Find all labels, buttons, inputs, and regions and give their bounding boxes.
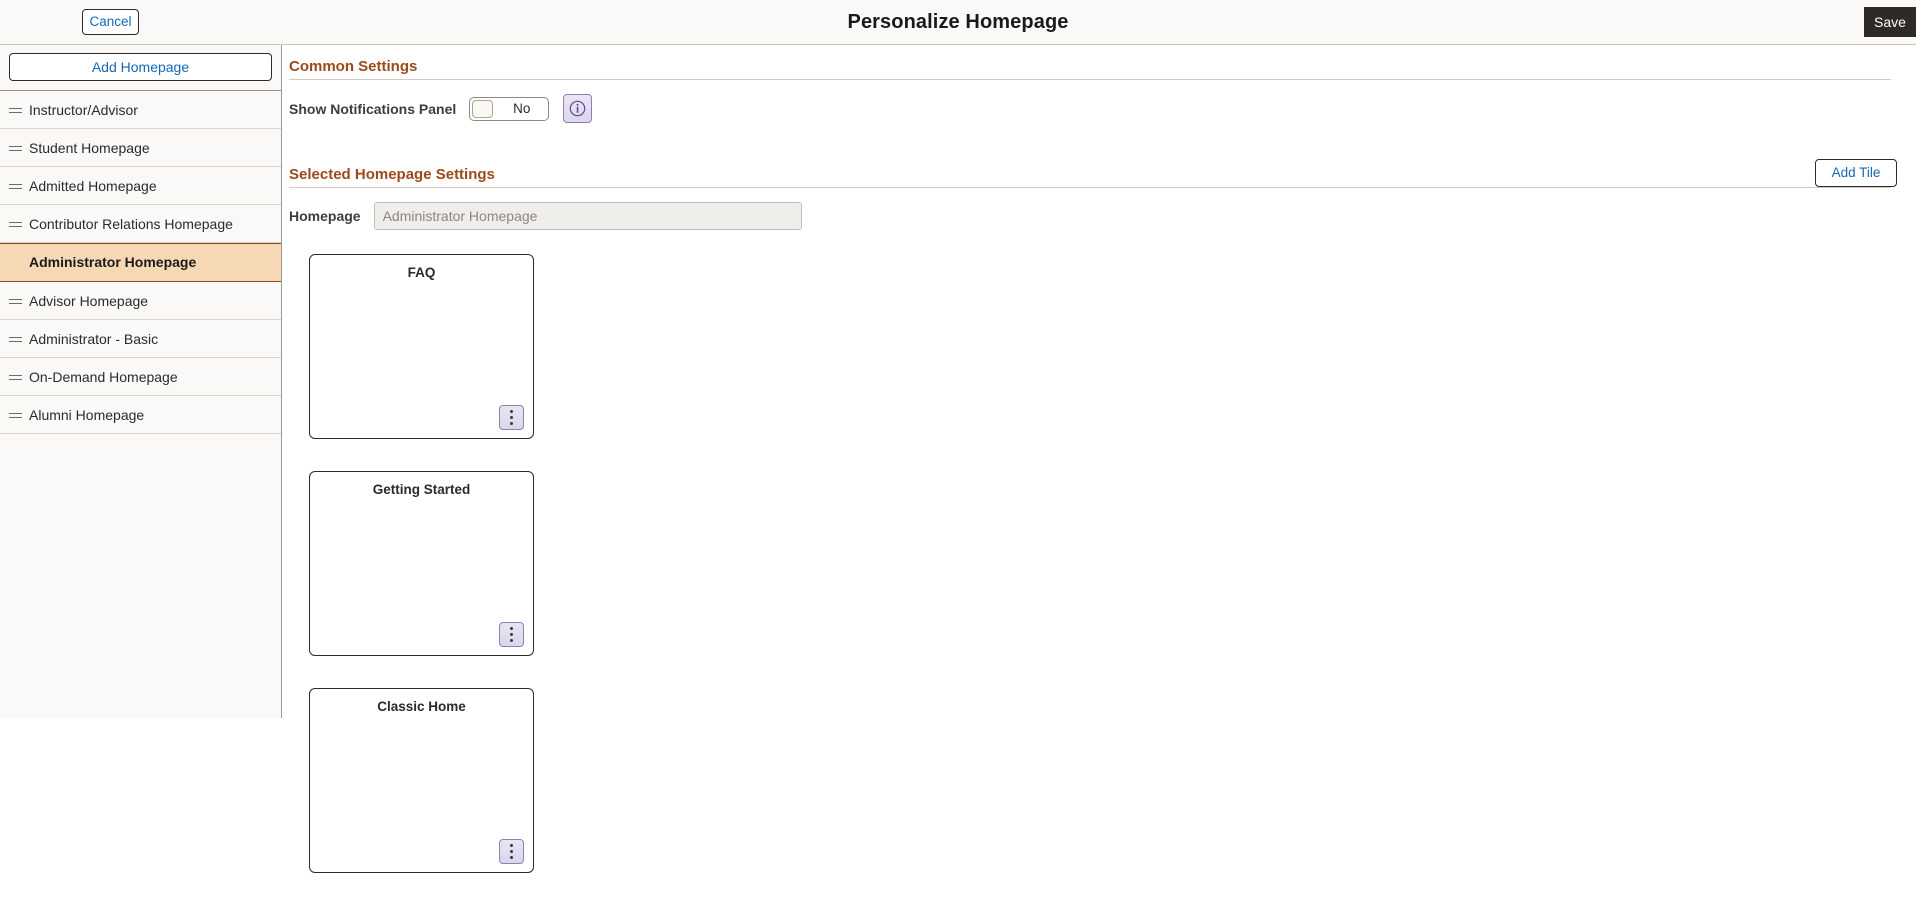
homepage-sidebar: Add Homepage Instructor/Advisor Student H… <box>0 45 282 718</box>
sidebar-item-instructor-advisor[interactable]: Instructor/Advisor <box>0 91 281 129</box>
add-homepage-container: Add Homepage <box>0 45 281 91</box>
ellipsis-dot <box>510 422 513 425</box>
page-title: Personalize Homepage <box>847 11 1069 33</box>
info-circle-icon-button[interactable] <box>563 94 593 123</box>
ellipsis-dot <box>510 627 513 630</box>
selected-homepage-settings-heading: Selected Homepage Settings <box>289 166 495 183</box>
ellipsis-dot <box>510 844 513 847</box>
common-settings-heading: Common Settings <box>289 58 418 75</box>
add-tile-button[interactable]: Add Tile <box>1815 159 1897 187</box>
sidebar-item-label: Contributor Relations Homepage <box>29 216 233 232</box>
tile-title: FAQ <box>407 265 436 280</box>
drag-handle-icon[interactable] <box>9 108 22 113</box>
drag-handle-icon[interactable] <box>9 184 22 189</box>
drag-handle-icon[interactable] <box>9 299 22 304</box>
ellipsis-dot <box>510 410 513 413</box>
sidebar-item-student-homepage[interactable]: Student Homepage <box>0 129 281 167</box>
tile-title: Classic Home <box>377 699 466 714</box>
ellipsis-dot <box>510 850 513 853</box>
sidebar-item-label: Administrator Homepage <box>29 254 197 270</box>
homepage-input[interactable] <box>373 202 802 230</box>
vertical-ellipsis-icon-button[interactable] <box>499 622 524 647</box>
tile[interactable]: Classic Home <box>309 688 534 873</box>
drag-handle-icon[interactable] <box>9 146 22 151</box>
homepage-label: Homepage <box>289 208 361 224</box>
homepage-field-row: Homepage <box>283 188 1897 230</box>
app-header: Cancel Personalize Homepage Save <box>0 0 1916 45</box>
tile[interactable]: Getting Started <box>309 471 534 656</box>
sidebar-item-administrator-basic[interactable]: Administrator - Basic <box>0 320 281 358</box>
drag-handle-icon[interactable] <box>9 337 22 342</box>
vertical-ellipsis-icon-button[interactable] <box>499 405 524 430</box>
ellipsis-dot <box>510 856 513 859</box>
sidebar-item-label: On-Demand Homepage <box>29 369 178 385</box>
show-notifications-label: Show Notifications Panel <box>289 100 457 117</box>
sidebar-item-advisor-homepage[interactable]: Advisor Homepage <box>0 282 281 320</box>
sidebar-item-administrator-homepage[interactable]: Administrator Homepage <box>0 243 281 282</box>
selected-homepage-settings-header: Selected Homepage Settings Add Tile <box>283 153 1897 187</box>
show-notifications-toggle[interactable]: No <box>469 96 550 121</box>
sidebar-item-admitted-homepage[interactable]: Admitted Homepage <box>0 167 281 205</box>
vertical-ellipsis-icon-button[interactable] <box>499 839 524 864</box>
toggle-value-label: No <box>513 100 531 116</box>
sidebar-item-label: Student Homepage <box>29 140 150 156</box>
info-circle-icon <box>569 100 586 117</box>
sidebar-item-on-demand-homepage[interactable]: On-Demand Homepage <box>0 358 281 396</box>
tile-grid: FAQ Getting Started Classic Home <box>283 230 823 905</box>
add-homepage-button[interactable]: Add Homepage <box>9 53 272 81</box>
drag-handle-icon[interactable] <box>9 375 22 380</box>
ellipsis-dot <box>510 639 513 642</box>
sidebar-item-label: Alumni Homepage <box>29 407 145 423</box>
save-button[interactable]: Save <box>1864 7 1916 37</box>
drag-handle-icon[interactable] <box>9 413 22 418</box>
sidebar-item-label: Instructor/Advisor <box>29 102 138 118</box>
sidebar-item-contributor-relations-homepage[interactable]: Contributor Relations Homepage <box>0 205 281 243</box>
sidebar-item-label: Admitted Homepage <box>29 178 157 194</box>
drag-handle-icon[interactable] <box>9 222 22 227</box>
tile-title: Getting Started <box>372 482 471 497</box>
homepage-list: Instructor/Advisor Student Homepage Admitt… <box>0 91 281 434</box>
tile[interactable]: FAQ <box>309 254 534 439</box>
sidebar-empty-space <box>0 434 281 634</box>
show-notifications-row: Show Notifications Panel No <box>283 80 1897 123</box>
main-content: Common Settings Show Notifications Panel… <box>283 45 1916 873</box>
ellipsis-dot <box>510 633 513 636</box>
sidebar-item-alumni-homepage[interactable]: Alumni Homepage <box>0 396 281 434</box>
ellipsis-dot <box>510 416 513 419</box>
sidebar-item-label: Administrator - Basic <box>29 331 159 347</box>
toggle-knob <box>472 99 494 118</box>
sidebar-item-label: Advisor Homepage <box>29 293 149 309</box>
